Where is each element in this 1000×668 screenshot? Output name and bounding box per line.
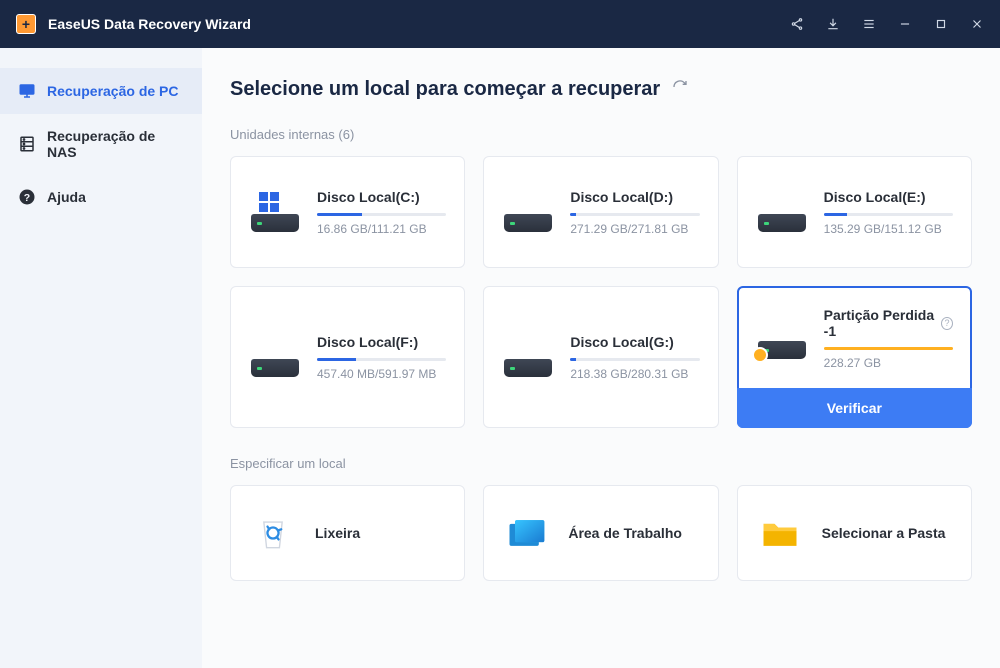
minimize-icon[interactable] (898, 17, 912, 31)
location-name: Selecionar a Pasta (822, 525, 946, 541)
drive-size: 16.86 GB/111.21 GB (317, 222, 446, 236)
drive-card-5[interactable]: Partição Perdida -1 ? 228.27 GB Verificar (737, 286, 972, 428)
share-icon[interactable] (790, 17, 804, 31)
recycle-icon (251, 511, 295, 555)
desktop-icon (504, 511, 548, 555)
sidebar: Recuperação de PC Recuperação de NAS? Ajud… (0, 48, 202, 668)
drive-usage-bar (570, 358, 699, 361)
window-controls (790, 17, 984, 31)
folder-icon (758, 511, 802, 555)
sidebar-item-label: Recuperação de NAS (47, 128, 184, 160)
app-logo-icon: + (16, 14, 36, 34)
drive-size: 457.40 MB/591.97 MB (317, 367, 446, 381)
drive-card-1[interactable]: Disco Local(D:) 271.29 GB/271.81 GB (483, 156, 718, 268)
app-title: EaseUS Data Recovery Wizard (48, 16, 790, 32)
warning-badge-icon (752, 347, 768, 363)
drive-usage-bar (824, 213, 953, 216)
drives-grid: Disco Local(C:) 16.86 GB/111.21 GBDisco … (230, 156, 972, 428)
info-icon[interactable]: ? (941, 317, 953, 330)
drive-icon (249, 192, 301, 232)
drive-icon (756, 192, 808, 232)
location-card-recycle[interactable]: Lixeira (230, 485, 465, 581)
monitor-icon (18, 82, 36, 100)
refresh-icon[interactable] (672, 79, 688, 100)
drive-name: Disco Local(D:) (570, 189, 699, 205)
drive-name: Partição Perdida -1 ? (824, 307, 953, 339)
drive-usage-bar (317, 213, 446, 216)
sidebar-item-0[interactable]: Recuperação de PC (0, 68, 202, 114)
close-icon[interactable] (970, 17, 984, 31)
drive-icon (502, 192, 554, 232)
sidebar-item-label: Recuperação de PC (47, 83, 179, 99)
page-title: Selecione um local para começar a recupe… (230, 78, 660, 101)
verify-button[interactable]: Verificar (737, 388, 972, 428)
location-name: Área de Trabalho (568, 525, 682, 541)
drive-name: Disco Local(C:) (317, 189, 446, 205)
location-card-desktop[interactable]: Área de Trabalho (483, 485, 718, 581)
locations-grid: Lixeira Área de Trabalho Selecionar a Past… (230, 485, 972, 581)
drive-card-3[interactable]: Disco Local(F:) 457.40 MB/591.97 MB (230, 286, 465, 428)
location-card-folder[interactable]: Selecionar a Pasta (737, 485, 972, 581)
specify-location-label: Especificar um local (230, 456, 972, 471)
drive-size: 271.29 GB/271.81 GB (570, 222, 699, 236)
sidebar-item-1[interactable]: Recuperação de NAS (0, 114, 202, 174)
drive-icon (249, 337, 301, 377)
drive-size: 228.27 GB (824, 356, 953, 370)
drive-size: 135.29 GB/151.12 GB (824, 222, 953, 236)
sidebar-item-label: Ajuda (47, 189, 86, 205)
nas-icon (18, 135, 36, 153)
drive-card-0[interactable]: Disco Local(C:) 16.86 GB/111.21 GB (230, 156, 465, 268)
drive-size: 218.38 GB/280.31 GB (570, 367, 699, 381)
drive-name: Disco Local(E:) (824, 189, 953, 205)
drive-name: Disco Local(F:) (317, 334, 446, 350)
drive-card-2[interactable]: Disco Local(E:) 135.29 GB/151.12 GB (737, 156, 972, 268)
drive-usage-bar (317, 358, 446, 361)
help-icon: ? (18, 188, 36, 206)
drive-name: Disco Local(G:) (570, 334, 699, 350)
titlebar: + EaseUS Data Recovery Wizard (0, 0, 1000, 48)
menu-icon[interactable] (862, 17, 876, 31)
maximize-icon[interactable] (934, 17, 948, 31)
internal-drives-label: Unidades internas (6) (230, 127, 972, 142)
drive-card-4[interactable]: Disco Local(G:) 218.38 GB/280.31 GB (483, 286, 718, 428)
drive-usage-bar (570, 213, 699, 216)
drive-icon (756, 319, 808, 359)
location-name: Lixeira (315, 525, 360, 541)
download-icon[interactable] (826, 17, 840, 31)
drive-usage-bar (824, 347, 953, 350)
sidebar-item-2[interactable]: ? Ajuda (0, 174, 202, 220)
drive-icon (502, 337, 554, 377)
main-content: Selecione um local para começar a recupe… (202, 48, 1000, 668)
svg-text:?: ? (24, 192, 30, 204)
